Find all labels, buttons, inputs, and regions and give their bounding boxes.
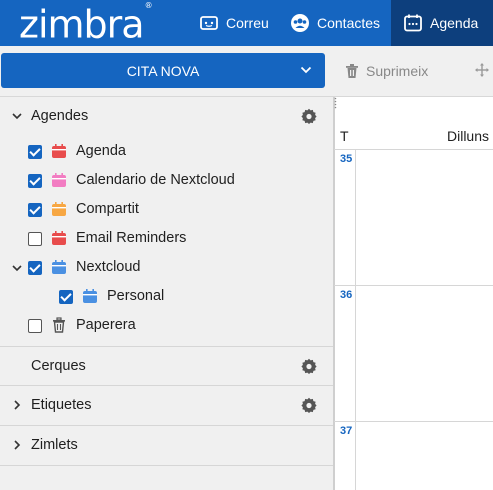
gear-icon[interactable] [301,358,317,374]
contacts-icon [290,13,310,33]
calendar-month-view: T Dilluns 35 36 37 [334,97,493,490]
app-header: zimbra® Correu Contactes Agenda [0,0,493,47]
week-number[interactable]: 37 [340,425,352,437]
day-cell[interactable] [356,286,493,421]
delete-label: Suprimeix [366,63,429,79]
divider [0,465,333,466]
resize-grip-icon[interactable] [334,97,337,109]
gear-icon[interactable] [301,108,317,124]
searches-section-header[interactable]: Cerques [0,347,333,385]
calendar-item-label: Calendario de Nextcloud [76,172,235,188]
zimlets-section-label: Zimlets [31,437,78,453]
searches-section-label: Cerques [31,358,86,374]
delete-button[interactable]: Suprimeix [345,60,428,82]
calendar-checkbox[interactable] [59,290,73,304]
week-number[interactable]: 35 [340,153,352,165]
calendar-item-personal[interactable]: Personal [0,282,333,311]
calendar-checkbox[interactable] [28,174,42,188]
calendar-item-agenda[interactable]: Agenda [0,137,333,166]
calendar-checkbox[interactable] [28,203,42,217]
calendars-section-label: Agendes [31,108,89,124]
sidebar: Agendes Agenda Calendario de Nextcloud C… [0,97,334,490]
nav-tab-calendar[interactable]: Agenda [391,0,493,46]
trash-icon [346,64,358,78]
toolbar: CITA NOVA Suprimeix [0,46,493,97]
week-number-column [334,150,356,490]
calendar-icon [52,144,66,158]
calendar-icon [52,202,66,216]
week-number[interactable]: 36 [340,289,352,301]
calendar-item-label: Paperera [76,317,136,333]
calendar-item-label: Nextcloud [76,259,141,275]
move-icon[interactable] [474,62,490,78]
week-column-header: T [340,128,349,144]
trash-icon [53,317,65,333]
calendar-icon [52,260,66,274]
nav-tab-calendar-label: Agenda [430,15,479,31]
day-column-header: Dilluns [446,128,489,144]
new-appointment-button[interactable]: CITA NOVA [1,53,325,88]
day-cell[interactable] [356,150,493,285]
tags-section-label: Etiquetes [31,397,92,413]
calendar-icon [83,289,97,303]
calendars-section-header[interactable]: Agendes [0,97,333,135]
calendar-item-nextcloud[interactable]: Nextcloud [0,253,333,282]
nav-tab-contacts[interactable]: Contactes [290,0,380,46]
calendar-item-email-reminders[interactable]: Email Reminders [0,224,333,253]
calendar-icon [52,173,66,187]
calendar-item-label: Agenda [76,143,126,159]
zimbra-logo[interactable]: zimbra® [19,0,153,47]
mail-icon [199,13,219,33]
calendar-item-trash[interactable]: Paperera [0,311,333,340]
new-appointment-label: CITA NOVA [126,62,200,79]
chevron-right-icon[interactable] [11,439,23,451]
calendar-checkbox[interactable] [28,261,42,275]
calendar-checkbox[interactable] [28,145,42,159]
day-cell[interactable] [356,422,493,490]
zimlets-section-header[interactable]: Zimlets [0,426,333,464]
nav-tab-mail-label: Correu [226,15,269,31]
calendar-checkbox[interactable] [28,232,42,246]
calendar-checkbox[interactable] [28,319,42,333]
chevron-right-icon[interactable] [11,399,23,411]
calendar-icon [403,13,423,33]
chevron-down-icon[interactable] [11,262,23,274]
calendar-item-label: Personal [107,288,165,304]
calendar-item-label: Compartit [76,201,139,217]
calendar-icon [52,231,66,245]
calendar-item-compartit[interactable]: Compartit [0,195,333,224]
chevron-down-icon[interactable] [299,63,313,77]
chevron-down-icon[interactable] [11,110,23,122]
nav-tab-contacts-label: Contactes [317,15,381,31]
nav-tab-mail[interactable]: Correu [199,0,269,46]
tags-section-header[interactable]: Etiquetes [0,386,333,424]
gear-icon[interactable] [301,397,317,413]
calendar-item-calendario-de-nextcloud[interactable]: Calendario de Nextcloud [0,166,333,195]
calendar-item-label: Email Reminders [76,230,187,246]
